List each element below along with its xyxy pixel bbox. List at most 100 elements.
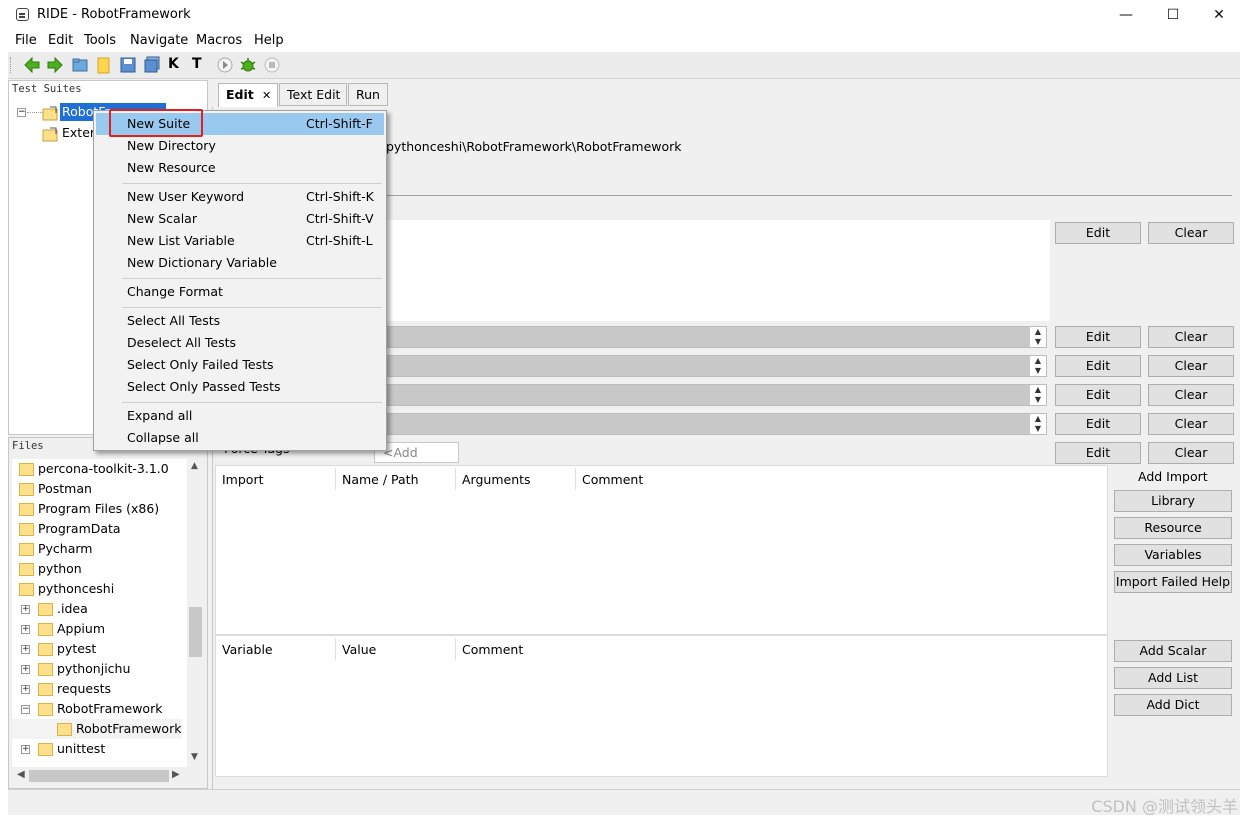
expand-icon[interactable]: + [21, 645, 30, 654]
file-tree-horizontal-scrollbar[interactable]: ◀ ▶ [12, 767, 187, 785]
imports-table[interactable]: Import Name / Path Arguments Comment [215, 465, 1108, 635]
setting-edit-button[interactable]: Edit [1055, 355, 1141, 377]
add-list-button[interactable]: Add List [1114, 667, 1232, 689]
run-icon[interactable] [216, 56, 234, 74]
maximize-button[interactable]: ☐ [1150, 0, 1196, 30]
menu-item-new-resource[interactable]: New Resource [96, 157, 384, 179]
expand-icon[interactable]: + [21, 605, 30, 614]
documentation-clear-button[interactable]: Clear [1148, 222, 1234, 244]
menu-edit[interactable]: Edit [48, 33, 73, 48]
collapse-toggle-icon[interactable]: − [17, 108, 26, 117]
add-scalar-button[interactable]: Add Scalar [1114, 640, 1232, 662]
force-tags-clear-button[interactable]: Clear [1148, 442, 1234, 464]
setting-clear-button[interactable]: Clear [1148, 384, 1234, 406]
menu-item-select-only-passed-tests[interactable]: Select Only Passed Tests [96, 376, 384, 398]
add-dict-button[interactable]: Add Dict [1114, 694, 1232, 716]
column-header[interactable]: Comment [582, 472, 643, 487]
setting-edit-button[interactable]: Edit [1055, 413, 1141, 435]
expand-icon[interactable]: + [21, 625, 30, 634]
menu-item-new-scalar[interactable]: New Scalar Ctrl-Shift-V [96, 208, 384, 230]
scroll-up-icon[interactable]: ▲ [191, 461, 198, 471]
menu-item-new-user-keyword[interactable]: New User Keyword Ctrl-Shift-K [96, 186, 384, 208]
stop-icon[interactable] [263, 56, 281, 74]
tab-close-icon[interactable]: ✕ [262, 85, 271, 106]
tab-run[interactable]: Run [348, 83, 388, 106]
folder-icon [19, 583, 34, 596]
minimize-button[interactable]: — [1103, 0, 1149, 30]
tree-item-external-resources[interactable]: Exter [62, 125, 95, 140]
scroll-thumb[interactable] [189, 607, 202, 657]
menu-item-deselect-all-tests[interactable]: Deselect All Tests [96, 332, 384, 354]
setting-combo[interactable]: ▲ ▼ [386, 326, 1047, 348]
back-arrow-icon[interactable] [23, 56, 41, 74]
column-divider [455, 638, 456, 660]
column-header[interactable]: Import [222, 472, 264, 487]
column-header[interactable]: Comment [462, 642, 523, 657]
file-tree-vertical-scrollbar[interactable]: ▲ ▼ [187, 459, 204, 767]
menu-tools[interactable]: Tools [84, 33, 116, 48]
folder-icon [19, 523, 34, 536]
setting-combo[interactable]: ▲ ▼ [386, 355, 1047, 377]
spin-icon[interactable]: ▲ ▼ [1030, 414, 1046, 434]
save-icon[interactable] [119, 56, 137, 74]
column-divider [335, 638, 336, 660]
collapse-icon[interactable]: − [21, 705, 30, 714]
setting-clear-button[interactable]: Clear [1148, 355, 1234, 377]
expand-icon[interactable]: + [21, 665, 30, 674]
column-header[interactable]: Arguments [462, 472, 531, 487]
menu-item-select-only-failed-tests[interactable]: Select Only Failed Tests [96, 354, 384, 376]
menu-item-new-list-variable[interactable]: New List Variable Ctrl-Shift-L [96, 230, 384, 252]
menu-item-select-all-tests[interactable]: Select All Tests [96, 310, 384, 332]
setting-combo[interactable]: ▲ ▼ [386, 413, 1047, 435]
expand-icon[interactable]: + [21, 685, 30, 694]
folder-icon [38, 603, 53, 616]
scroll-down-icon[interactable]: ▼ [191, 752, 198, 762]
menu-help[interactable]: Help [254, 33, 284, 48]
search-test-icon[interactable]: T [192, 56, 202, 72]
import-failed-help-button[interactable]: Import Failed Help [1114, 571, 1232, 593]
variables-table[interactable]: Variable Value Comment [215, 635, 1108, 777]
menu-item-new-directory[interactable]: New Directory [96, 135, 384, 157]
force-tags-edit-button[interactable]: Edit [1055, 442, 1141, 464]
file-row-selected[interactable]: RobotFramework [12, 719, 182, 739]
menu-macros[interactable]: Macros [196, 33, 242, 48]
scroll-thumb[interactable] [29, 770, 169, 782]
column-header[interactable]: Value [342, 642, 376, 657]
expand-icon[interactable]: + [21, 745, 30, 754]
spin-icon[interactable]: ▲ ▼ [1030, 356, 1046, 376]
scroll-left-icon[interactable]: ◀ [17, 769, 25, 780]
menu-item-collapse-all[interactable]: Collapse all [96, 427, 384, 449]
setting-edit-button[interactable]: Edit [1055, 326, 1141, 348]
tab-edit[interactable]: Edit ✕ [218, 83, 278, 107]
column-header[interactable]: Variable [222, 642, 273, 657]
menu-item-new-dictionary-variable[interactable]: New Dictionary Variable [96, 252, 384, 274]
column-header[interactable]: Name / Path [342, 472, 419, 487]
folder-icon[interactable] [95, 56, 113, 74]
setting-clear-button[interactable]: Clear [1148, 326, 1234, 348]
menu-item-change-format[interactable]: Change Format [96, 281, 384, 303]
save-all-icon[interactable] [143, 56, 161, 74]
app-icon [16, 8, 29, 21]
spin-icon[interactable]: ▲ ▼ [1030, 327, 1046, 347]
variables-button[interactable]: Variables [1114, 544, 1232, 566]
column-divider [335, 468, 336, 490]
close-button[interactable]: ✕ [1196, 0, 1242, 30]
setting-edit-button[interactable]: Edit [1055, 384, 1141, 406]
setting-clear-button[interactable]: Clear [1148, 413, 1234, 435]
files-title: Files [12, 440, 44, 452]
tab-text-edit[interactable]: Text Edit [279, 83, 347, 106]
forward-arrow-icon[interactable] [46, 56, 64, 74]
menu-item-expand-all[interactable]: Expand all [96, 405, 384, 427]
documentation-field[interactable] [386, 220, 1050, 321]
documentation-edit-button[interactable]: Edit [1055, 222, 1141, 244]
menu-navigate[interactable]: Navigate [130, 33, 188, 48]
open-folder-icon[interactable] [71, 56, 89, 74]
setting-combo[interactable]: ▲ ▼ [386, 384, 1047, 406]
library-button[interactable]: Library [1114, 490, 1232, 512]
debug-icon[interactable] [239, 56, 257, 74]
search-keyword-icon[interactable]: K [168, 56, 179, 72]
menu-file[interactable]: File [15, 33, 37, 48]
resource-button[interactable]: Resource [1114, 517, 1232, 539]
spin-icon[interactable]: ▲ ▼ [1030, 385, 1046, 405]
scroll-right-icon[interactable]: ▶ [172, 769, 180, 780]
